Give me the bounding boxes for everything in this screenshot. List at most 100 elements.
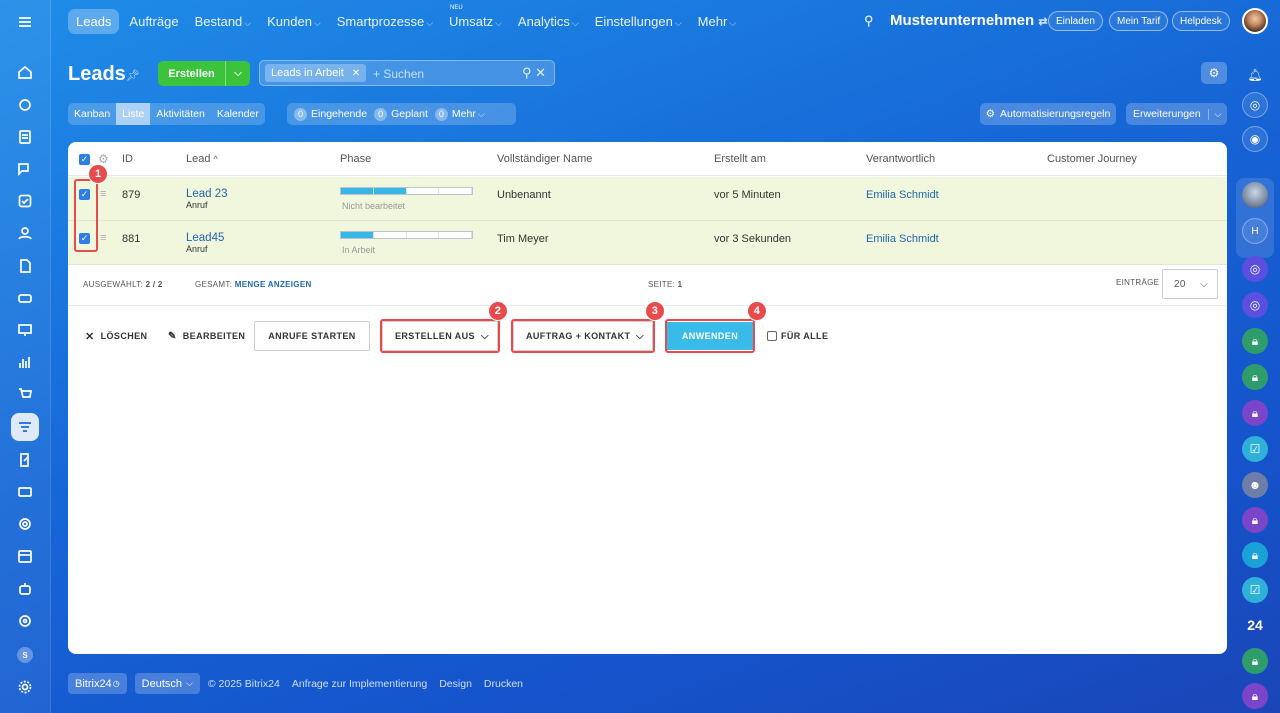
robot-icon[interactable] (13, 577, 37, 601)
counter-planned[interactable]: 0 Geplant (374, 107, 428, 121)
extensions-button[interactable]: Erweiterungen ⌵ (1126, 103, 1227, 125)
show-count-link[interactable]: MENGE ANZEIGEN (235, 280, 312, 289)
target-icon[interactable] (13, 609, 37, 633)
search-input[interactable]: + Suchen (373, 67, 424, 81)
nav-analytics[interactable]: Analytics ⌵ (518, 14, 579, 29)
lock-icon[interactable]: 🔒︎ (1242, 328, 1268, 354)
edit-doc-icon[interactable] (13, 448, 37, 472)
filter-search-box[interactable]: Leads in Arbeit ✕ + Suchen ⚲ ✕ (259, 60, 555, 86)
footer-link-print[interactable]: Drucken (484, 678, 523, 690)
helpdesk-button[interactable]: Helpdesk (1172, 11, 1230, 31)
settings-gear-icon[interactable] (13, 675, 37, 699)
user-avatar[interactable] (1242, 8, 1268, 34)
automation-rules-button[interactable]: ⚙ Automatisierungsregeln (980, 103, 1116, 125)
tab-kanban[interactable]: Kanban (68, 103, 116, 125)
tasks-list-icon[interactable] (13, 125, 37, 149)
start-calls-button[interactable]: ANRUFE STARTEN (254, 321, 370, 351)
chevron-down-icon[interactable]: ⌵ (1208, 108, 1227, 120)
drag-handle-icon[interactable]: ≡ (100, 188, 112, 200)
bell-icon[interactable]: 🔔︎ (1242, 62, 1268, 88)
invite-button[interactable]: Einladen (1048, 11, 1103, 31)
counter-more[interactable]: 0 Mehr ⌵ (434, 107, 485, 121)
nav-einstellungen[interactable]: Einstellungen ⌵ (595, 14, 682, 29)
checklist-icon[interactable]: ☑ (1242, 577, 1268, 603)
column-created[interactable]: Erstellt am (714, 153, 766, 165)
openline-icon[interactable]: ◎ (1242, 292, 1268, 318)
chat-icon[interactable] (13, 157, 37, 181)
card-icon[interactable] (13, 480, 37, 504)
footer-link-design[interactable]: Design (439, 678, 472, 690)
lock-icon[interactable]: 🔒︎ (1242, 542, 1268, 568)
nav-umsatz[interactable]: NEU Umsatz ⌵ (449, 5, 502, 29)
responsible-link[interactable]: Emilia Schmidt (866, 233, 939, 245)
search-icon[interactable]: ⚲ (864, 13, 874, 29)
nav-bestand[interactable]: Bestand ⌵ (195, 14, 252, 29)
counter-incoming[interactable]: 0 Eingehende (294, 107, 367, 121)
company-name[interactable]: Musterunternehmen ⇄ (890, 12, 1048, 29)
user-initial-avatar[interactable]: H (1242, 218, 1268, 244)
create-button[interactable]: Erstellen ⌵ (158, 61, 250, 86)
cart-icon[interactable] (13, 382, 37, 406)
phase-progress-bar[interactable] (340, 231, 473, 239)
table-row[interactable]: ✓ ≡ 879 Lead 23 Anruf Nicht bearbeitet U… (68, 177, 1227, 221)
nav-smartprozesse[interactable]: Smartprozesse ⌵ (337, 14, 433, 29)
bitrix24-icon[interactable]: 24 (1242, 612, 1268, 638)
tab-liste[interactable]: Liste (116, 103, 151, 125)
lock-icon[interactable]: 🔒︎ (1242, 507, 1268, 533)
column-id[interactable]: ID (122, 153, 133, 165)
lock-icon[interactable]: 🔒︎ (1242, 648, 1268, 674)
feed-icon[interactable] (13, 93, 37, 117)
drag-handle-icon[interactable]: ≡ (100, 232, 112, 244)
calendar-icon[interactable] (13, 544, 37, 568)
contacts-icon[interactable] (13, 221, 37, 245)
clear-icon[interactable]: ✕ (535, 65, 546, 80)
footer-link-implementation[interactable]: Anfrage zur Implementierung (292, 678, 427, 690)
openline-icon[interactable]: ◎ (1242, 256, 1268, 282)
pin-icon[interactable]: 📌︎ (126, 69, 140, 82)
support-icon[interactable] (13, 512, 37, 536)
drive-icon[interactable] (13, 286, 37, 310)
lock-icon[interactable]: 🔒︎ (1242, 364, 1268, 390)
document-icon[interactable] (13, 254, 37, 278)
user-avatar-small[interactable] (1242, 182, 1268, 208)
nav-kunden[interactable]: Kunden ⌵ (267, 14, 321, 29)
presentation-icon[interactable] (13, 318, 37, 342)
search-icon[interactable]: ⚲ (522, 65, 532, 80)
column-customer-journey[interactable]: Customer Journey (1047, 153, 1137, 165)
table-row[interactable]: ✓ ≡ 881 Lead45 Anruf In Arbeit Tim Meyer… (68, 221, 1227, 265)
nav-auftraege[interactable]: Aufträge (129, 14, 178, 29)
nav-leads[interactable]: Leads (68, 8, 120, 34)
analytics-icon[interactable] (13, 350, 37, 374)
crm-funnel-icon[interactable] (11, 413, 39, 441)
settings-gear-button[interactable]: ⚙ (1201, 62, 1227, 84)
select-all-checkbox[interactable]: ✓ (79, 154, 90, 165)
close-icon[interactable]: ✕ (352, 68, 360, 79)
tariff-button[interactable]: Mein Tarif (1109, 11, 1169, 31)
responsible-link[interactable]: Emilia Schmidt (866, 189, 939, 201)
chevron-down-icon[interactable]: ⌵ (225, 61, 250, 86)
checklist-icon[interactable]: ☑ (1242, 436, 1268, 462)
phase-progress-bar[interactable] (340, 187, 473, 195)
entries-per-page-select[interactable]: 20 ⌵ (1162, 269, 1218, 299)
column-phase[interactable]: Phase (340, 153, 371, 165)
lead-link[interactable]: Lead45 (186, 232, 224, 244)
lock-icon[interactable]: 🔒︎ (1242, 683, 1268, 709)
edit-button[interactable]: ✎ BEARBEITEN (168, 321, 245, 351)
bitrix24-logo-button[interactable]: Bitrix24 ◷ (68, 673, 127, 694)
language-select[interactable]: Deutsch ⌵ (134, 673, 200, 694)
chat-bubble-icon[interactable]: ◉ (1242, 126, 1268, 152)
menu-icon[interactable] (13, 10, 37, 34)
bot-avatar[interactable]: ☻ (1242, 472, 1268, 498)
lead-link[interactable]: Lead 23 (186, 188, 228, 200)
column-lead[interactable]: Lead ^ (186, 153, 218, 165)
user-small-badge[interactable]: S (17, 647, 33, 663)
column-responsible[interactable]: Verantwortlich (866, 153, 935, 165)
tab-aktivitaeten[interactable]: Aktivitäten (150, 103, 210, 125)
nav-mehr[interactable]: Mehr ⌵ (698, 14, 736, 29)
home-icon[interactable] (13, 60, 37, 84)
swirl-icon[interactable]: ◎ (1242, 92, 1268, 118)
tab-kalender[interactable]: Kalender (211, 103, 265, 125)
checkbox-box[interactable] (767, 331, 777, 341)
lock-icon[interactable]: 🔒︎ (1242, 400, 1268, 426)
checkbox-icon[interactable] (13, 189, 37, 213)
